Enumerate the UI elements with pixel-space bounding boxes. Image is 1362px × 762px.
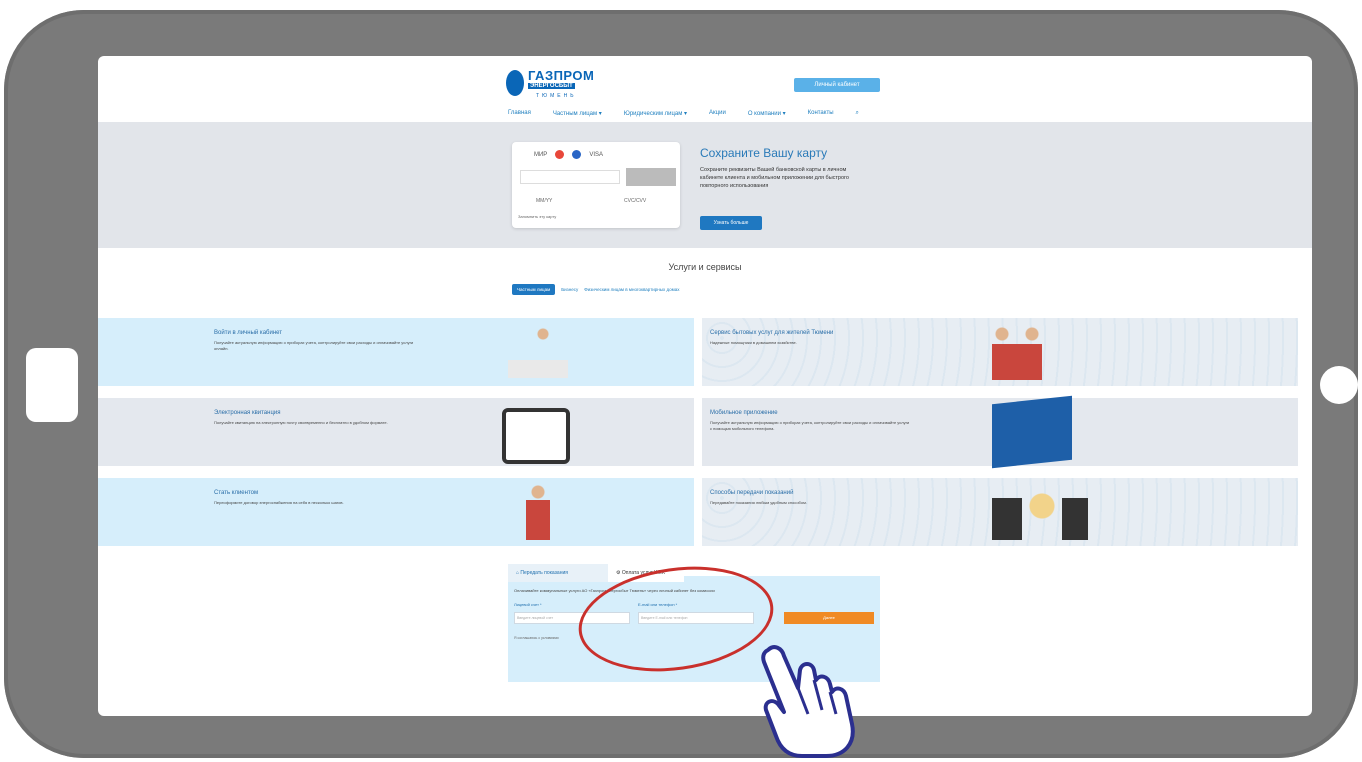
tile-desc: Получайте квитанцию на электронную почту…	[214, 420, 388, 425]
card-save-checkbox-label: Запомнить эту карту	[518, 214, 557, 219]
card-number-field	[520, 170, 620, 184]
tab-individuals[interactable]: Частным лицам	[512, 284, 556, 295]
workers-image	[982, 320, 1062, 384]
tile-login-cabinet[interactable]: Войти в личный кабинет Получайте актуаль…	[98, 318, 694, 386]
bank-card-illustration: МИР VISA MM/YY CVC/CVV Запомнить эту кар…	[512, 142, 680, 228]
nav-item-legal[interactable]: Юридическим лицам ▾	[624, 110, 687, 117]
tile-title: Способы передачи показаний	[710, 490, 794, 496]
tile-title: Мобильное приложение	[710, 410, 778, 416]
tile-title: Стать клиентом	[214, 490, 259, 496]
terms-link[interactable]: Я соглашаюсь с условиями	[514, 636, 559, 640]
nav-item-individuals[interactable]: Частным лицам ▾	[553, 110, 602, 117]
tab-submit-readings[interactable]: ⌂ Передать показания	[508, 564, 620, 582]
nav-item-promos[interactable]: Акции	[709, 110, 726, 117]
pointing-hand-icon	[761, 645, 855, 758]
next-button[interactable]: Далее	[784, 612, 874, 624]
logo-city: ТЮМЕНЬ	[536, 93, 577, 99]
tablet-home-button[interactable]	[1320, 366, 1358, 404]
nav-item-company[interactable]: О компании ▾	[748, 110, 786, 117]
tab-label: Передать показания	[520, 570, 568, 576]
tile-e-receipt[interactable]: Электронная квитанция Получайте квитанци…	[98, 398, 694, 466]
logo-text: ГАЗПРОМ	[528, 68, 595, 83]
learn-more-button[interactable]: Узнать больше	[700, 216, 762, 230]
banner-text: Сохраните реквизиты Вашей банковской кар…	[700, 167, 849, 189]
promo-banner: МИР VISA MM/YY CVC/CVV Запомнить эту кар…	[98, 122, 1312, 248]
flame-icon	[506, 70, 524, 96]
tile-desc: Переоформите договор энергоснабжения на …	[214, 500, 344, 505]
nav-item-contacts[interactable]: Контакты	[808, 110, 834, 117]
banner-title: Сохраните Вашу карту	[700, 146, 828, 160]
mobile-app-image	[992, 395, 1072, 469]
main-nav: Главная Частным лицам ▾ Юридическим лица…	[508, 110, 859, 117]
card-expiry-label: MM/YY	[536, 198, 553, 204]
tab-business[interactable]: Бизнесу	[561, 287, 578, 292]
mastercard-icon	[555, 150, 565, 159]
tile-meter-readings-methods[interactable]: Способы передачи показаний Передавайте п…	[702, 478, 1298, 546]
maestro-icon	[572, 150, 582, 159]
tile-desc: Надежные помощники в домашнем хозяйстве.	[710, 340, 797, 345]
account-label: Лицевой счет *	[514, 602, 542, 607]
nav-item-home[interactable]: Главная	[508, 110, 531, 117]
tab-apartment[interactable]: Физическим лицам в многоквартирных домах	[584, 287, 679, 292]
visa-logo: VISA	[589, 151, 603, 158]
card-cvc-label: CVC/CVV	[624, 198, 647, 204]
services-title: Услуги и сервисы	[668, 262, 742, 272]
couple-on-sofa-image	[498, 320, 578, 384]
tile-desc: Получайте актуальную информацию о прибор…	[710, 420, 910, 431]
tablet-receipt-image	[502, 408, 570, 464]
card-back-strip	[626, 168, 676, 186]
tile-become-client[interactable]: Стать клиентом Переоформите договор энер…	[98, 478, 694, 546]
tablet-side-button[interactable]	[26, 348, 78, 422]
gazprom-logo[interactable]: ГАЗПРОМ ЭНЕРГОСБЫТ ТЮМЕНЬ	[506, 66, 594, 102]
tile-mobile-app[interactable]: Мобильное приложение Получайте актуальну…	[702, 395, 1298, 469]
mir-logo: МИР	[534, 151, 548, 158]
search-icon[interactable]: ⌕	[856, 110, 859, 117]
tile-desc: Получайте актуальную информацию о прибор…	[214, 340, 414, 351]
services-tabs: Частным лицам Бизнесу Физическим лицам в…	[512, 284, 680, 295]
woman-shopping-image	[518, 480, 558, 544]
devices-woman-image	[992, 480, 1092, 544]
tile-title: Электронная квитанция	[214, 410, 281, 416]
tile-title: Войти в личный кабинет	[214, 330, 283, 336]
logo-subtext: ЭНЕРГОСБЫТ	[528, 83, 575, 89]
card-logos: МИР VISA	[534, 150, 603, 159]
tile-household-services[interactable]: Сервис бытовых услуг для жителей Тюмени …	[702, 318, 1298, 386]
personal-cabinet-button[interactable]: Личный кабинет	[794, 78, 880, 92]
tile-title: Сервис бытовых услуг для жителей Тюмени	[710, 330, 834, 336]
tile-desc: Передавайте показания любым удобным спос…	[710, 500, 807, 505]
